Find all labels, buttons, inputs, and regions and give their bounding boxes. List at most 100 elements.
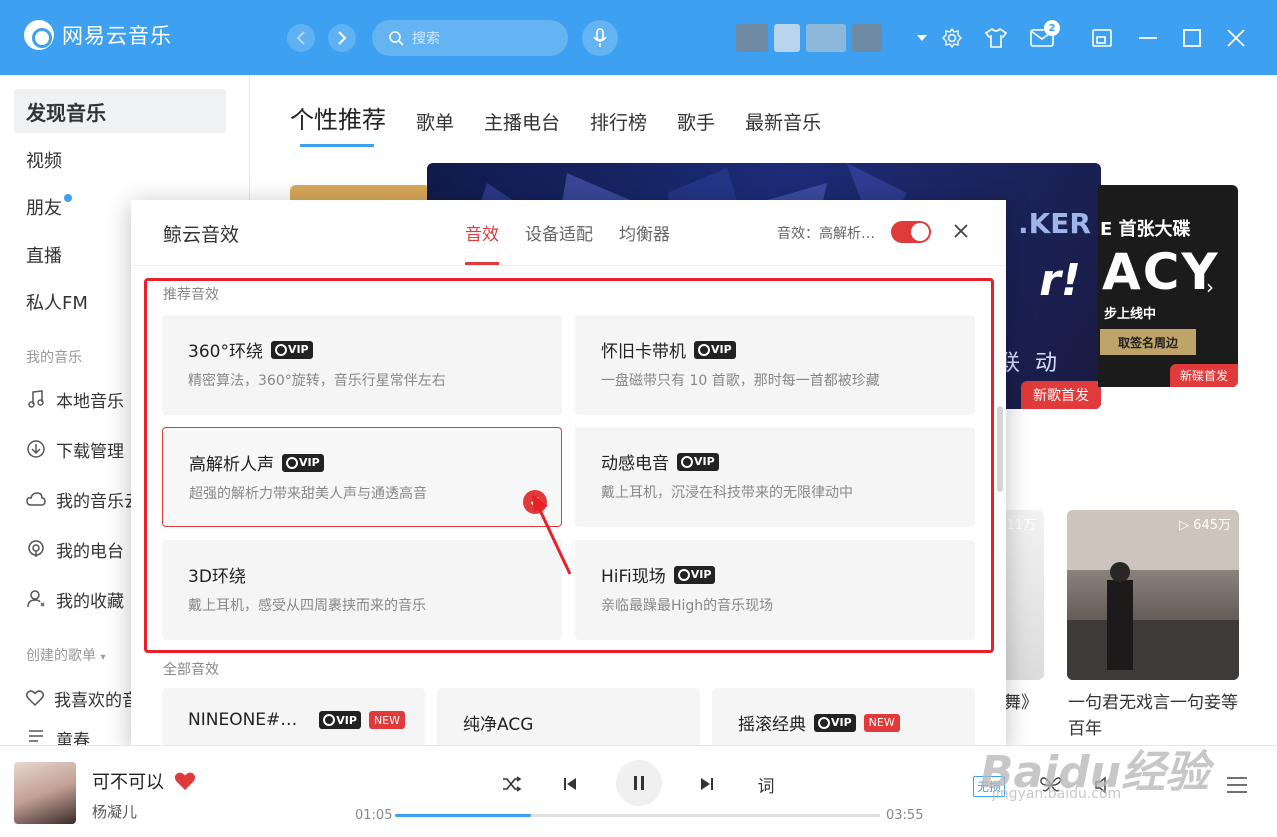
tab-playlists[interactable]: 歌单 [416,108,454,135]
vip-badge: VIP [677,452,719,471]
playlist-name[interactable]: 舞》 [1004,690,1044,716]
sidebar-item-label: 视频 [26,151,62,172]
playlist-card[interactable]: 11万 [1000,510,1044,680]
next-button[interactable] [687,764,727,804]
previous-button[interactable] [550,764,590,804]
cloud-icon [26,489,46,509]
playlist-queue-button[interactable] [1226,776,1248,798]
chevron-right-icon [338,31,347,45]
next-icon [701,778,713,790]
effect-card[interactable]: 3D环绕 戴上耳机，感受从四周裹挟而来的音乐 [162,540,562,640]
banner-next-arrow-icon[interactable]: › [1206,275,1214,299]
lyrics-button[interactable]: 词 [746,764,786,804]
dialog-close-button[interactable] [951,216,971,244]
artist-name[interactable]: 杨凝儿 [92,801,137,822]
tab-effects[interactable]: 音效 [465,220,499,265]
banner-right-big: ACY [1102,243,1220,301]
sidebar-item-label: 我的电台 [56,541,124,562]
search-input[interactable] [412,30,552,46]
notification-dot [64,194,72,202]
tab-artists[interactable]: 歌手 [677,108,715,135]
messages-button[interactable]: 2 [1026,20,1060,54]
volume-button[interactable] [1094,776,1114,798]
banner-tag-right: 新碟首发 [1169,364,1238,387]
total-time: 03:55 [886,808,924,823]
heart-filled-icon[interactable] [174,771,196,791]
radio-icon [26,539,46,559]
play-count: 11万 [1006,518,1036,533]
user-avatar-blurred[interactable] [736,24,916,52]
sidebar-item-cloud[interactable]: 我的音乐云 [14,477,134,521]
sidebar-item-discover[interactable]: 发现音乐 [14,89,226,133]
playlist-card[interactable]: ▷ 645万 [1067,510,1239,680]
dialog-header: 鲸云音效 音效 设备适配 均衡器 音效：高解析… [131,200,1006,266]
effect-card[interactable]: 怀旧卡带机 VIP 一盘磁带只有 10 首歌，那时每一首都被珍藏 [575,315,975,415]
vip-badge: VIP [694,340,736,359]
created-playlists-header[interactable]: 创建的歌单 ▾ [26,645,105,665]
search-box[interactable] [372,20,568,56]
vip-badge: VIP [270,340,313,359]
effect-description: 一盘磁带只有 10 首歌，那时每一首都被珍藏 [601,373,880,389]
play-count: ▷ 645万 [1179,518,1231,533]
skin-button[interactable] [980,22,1012,54]
effect-card-selected[interactable]: 高解析人声VIP 超强的解析力带来甜美人声与通透高音 ✓ [162,427,562,527]
quality-badge[interactable]: 无损 [973,776,1006,797]
album-cover[interactable] [14,762,76,824]
chevron-left-icon [296,31,305,45]
effect-name: 高解析人声 [189,455,274,475]
current-effect-label: 音效：高解析… [777,226,875,242]
effect-card[interactable]: 360°环绕 VIP 精密算法，360°旋转，音乐行星常伴左右 [162,315,562,415]
maximize-button[interactable] [1176,22,1208,54]
effects-button[interactable] [1040,776,1062,798]
effect-card[interactable]: 动感电音 VIP 戴上耳机，沉浸在科技带来的无限律动中 [575,427,975,527]
effect-description: 超强的解析力带来甜美人声与通透高音 [189,486,427,502]
tab-charts[interactable]: 排行榜 [590,108,647,135]
settings-button[interactable] [936,22,968,54]
sidebar-item-label: 私人FM [26,293,88,314]
close-window-button[interactable] [1220,22,1252,54]
banner-next[interactable]: E 首张大碟 ACY 步上线中 取签名周边 › 新碟首发 [1098,185,1238,387]
tab-radio[interactable]: 主播电台 [484,108,560,135]
vip-badge: VIP [282,453,324,472]
mini-mode-button[interactable] [1086,22,1118,54]
song-title[interactable]: 可不可以 [92,768,164,794]
title-bar: 网易云音乐 2 [0,0,1277,75]
app-logo[interactable]: 网易云音乐 [24,20,172,50]
shuffle-button[interactable] [492,764,532,804]
user-dropdown-button[interactable] [912,22,932,54]
back-button[interactable] [287,24,315,52]
sidebar-item-video[interactable]: 视频 [14,138,226,182]
effect-name: 3D环绕 [188,567,246,587]
download-icon [26,439,46,459]
minimize-button[interactable] [1132,22,1164,54]
minimize-icon [1139,37,1157,39]
banner-right-title: E 首张大碟 [1100,219,1191,240]
tab-recommend[interactable]: 个性推荐 [290,100,386,147]
effect-name: HiFi现场 [601,567,666,587]
sidebar-item-liked[interactable]: 我喜欢的音乐 [14,676,134,720]
pause-icon [634,776,644,790]
search-icon [389,31,404,46]
effects-toggle[interactable] [891,221,931,243]
player-bar: 可不可以 杨凝儿 词 01:05 03:55 无损 [0,745,1277,837]
playlist-name[interactable]: 一句君无戏言一句妾等百年 [1068,690,1240,742]
dialog-scrollbar[interactable] [997,406,1003,492]
voice-search-button[interactable] [582,20,618,56]
effect-card[interactable]: 纯净ACG [437,688,700,750]
effect-card[interactable]: 摇滚经典 VIP NEW [712,688,975,750]
current-time: 01:05 [355,808,393,823]
message-count-badge: 2 [1044,20,1060,36]
progress-bar[interactable] [395,814,880,817]
tab-equalizer[interactable]: 均衡器 [619,220,670,245]
forward-button[interactable] [328,24,356,52]
pause-button[interactable] [616,760,662,806]
previous-icon [564,778,576,790]
effect-card[interactable]: NINEONE#… VIP NEW [162,688,425,750]
tab-new-music[interactable]: 最新音乐 [745,108,821,135]
effect-description: 戴上耳机，沉浸在科技带来的无限律动中 [601,485,853,501]
person-star-icon [26,589,46,609]
annotation-arrow [532,494,572,575]
banner-right-button: 取签名周边 [1100,329,1196,355]
tab-device[interactable]: 设备适配 [525,220,593,245]
effect-card[interactable]: HiFi现场 VIP 亲临最躁最High的音乐现场 [575,540,975,640]
